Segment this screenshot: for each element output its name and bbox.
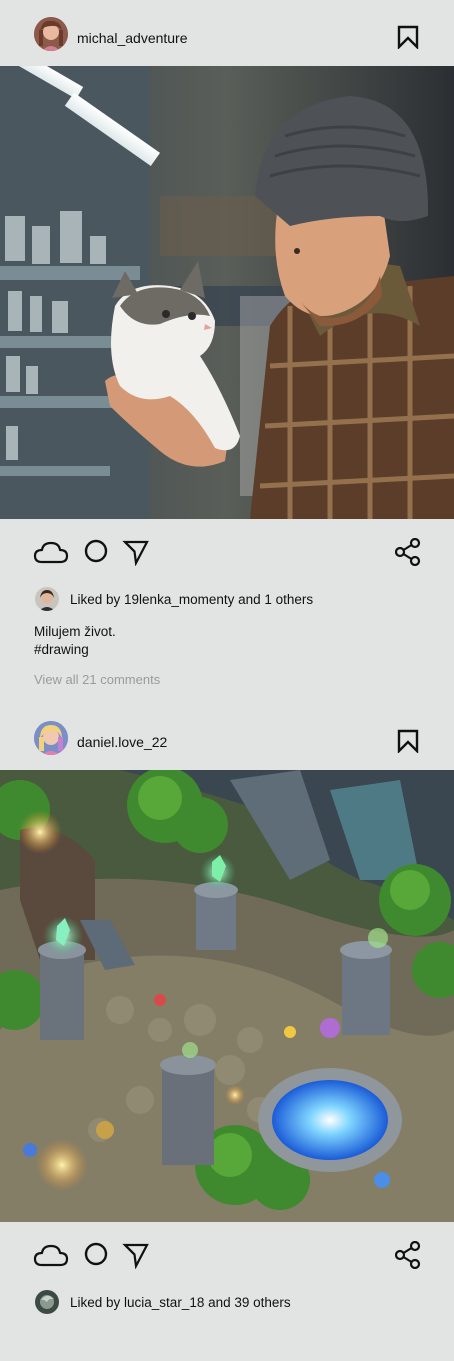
bookmark-icon[interactable] <box>397 25 419 49</box>
send-icon[interactable] <box>122 1241 150 1269</box>
feed: michal_adventure Liked by 19lenka_moment… <box>0 0 454 1318</box>
share-icon[interactable] <box>395 1241 421 1269</box>
cloud-like-icon[interactable] <box>33 538 69 566</box>
post-actions <box>0 1222 454 1288</box>
likes-text[interactable]: Liked by lucia_star_18 and 39 others <box>70 1295 291 1310</box>
post-actions <box>0 519 454 585</box>
send-icon[interactable] <box>122 538 150 566</box>
username[interactable]: daniel.love_22 <box>77 734 167 750</box>
caption: Milujem život. #drawing <box>0 615 454 659</box>
username[interactable]: michal_adventure <box>77 30 188 46</box>
avatar[interactable] <box>34 17 68 51</box>
caption-text: Milujem život. <box>34 624 116 639</box>
post: daniel.love_22 Liked by lucia_star_18 an… <box>0 704 454 1318</box>
bookmark-icon[interactable] <box>397 729 419 753</box>
liker-avatar[interactable] <box>35 587 59 611</box>
likes-row: Liked by lucia_star_18 and 39 others <box>0 1288 454 1318</box>
post-header: daniel.love_22 <box>0 704 454 770</box>
post-image[interactable] <box>0 66 454 519</box>
post: michal_adventure Liked by 19lenka_moment… <box>0 0 454 702</box>
comment-circle-icon[interactable] <box>83 538 109 566</box>
comment-circle-icon[interactable] <box>83 1241 109 1269</box>
avatar[interactable] <box>34 721 68 755</box>
view-comments-link[interactable]: View all 21 comments <box>0 659 454 702</box>
caption-hashtag[interactable]: #drawing <box>34 641 454 659</box>
likes-text[interactable]: Liked by 19lenka_momenty and 1 others <box>70 592 313 607</box>
post-image[interactable] <box>0 770 454 1222</box>
post-header: michal_adventure <box>0 0 454 66</box>
cloud-like-icon[interactable] <box>33 1241 69 1269</box>
share-icon[interactable] <box>395 538 421 566</box>
liker-avatar[interactable] <box>35 1290 59 1314</box>
likes-row: Liked by 19lenka_momenty and 1 others <box>0 585 454 615</box>
